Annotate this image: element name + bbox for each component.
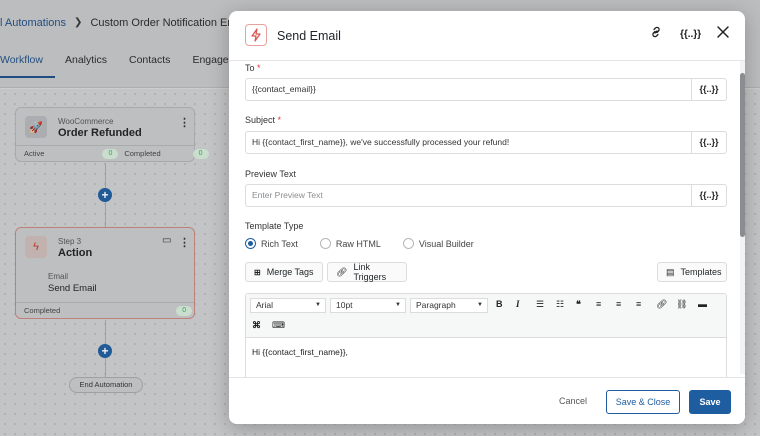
- subject-input[interactable]: Hi {{contact_first_name}}, we've success…: [246, 132, 691, 153]
- modal-title: Send Email: [277, 29, 341, 43]
- cancel-button[interactable]: Cancel: [559, 396, 587, 406]
- close-icon[interactable]: [716, 25, 730, 42]
- align-left-icon[interactable]: ≡: [596, 299, 601, 309]
- rich-text-editor[interactable]: Arial ▼ 10pt ▼ Paragraph ▼ B I ☰ ☷ ❝ ≡ ≡ ≡ …: [245, 293, 727, 383]
- radio-visual-builder[interactable]: Visual Builder: [402, 238, 474, 249]
- to-field[interactable]: {{contact_email}} {{..}}: [245, 78, 727, 101]
- bolt-icon: [245, 24, 267, 46]
- editor-content[interactable]: Hi {{contact_first_name}},: [252, 347, 348, 357]
- unlink-icon[interactable]: ⛓︎: [676, 299, 687, 310]
- horizontal-rule-icon[interactable]: ▬: [698, 299, 707, 309]
- merge-tag-icon[interactable]: {{..}}: [680, 29, 701, 40]
- align-center-icon[interactable]: ≡: [616, 299, 621, 309]
- to-merge-tag-button[interactable]: {{..}}: [691, 79, 726, 100]
- radio-rich-text[interactable]: Rich Text: [245, 238, 298, 249]
- bullet-list-icon[interactable]: ☰: [536, 299, 544, 310]
- send-email-modal: Send Email {{..}} To * {{contact_email}}…: [229, 11, 745, 424]
- insert-link-icon[interactable]: 🔗︎: [656, 299, 667, 310]
- templates-icon: ▤: [666, 266, 675, 277]
- preview-input[interactable]: Enter Preview Text: [246, 185, 691, 206]
- font-family-select[interactable]: Arial ▼: [250, 298, 326, 313]
- template-type-label: Template Type: [245, 221, 304, 231]
- modal-header: Send Email {{..}}: [229, 11, 745, 61]
- italic-icon[interactable]: I: [516, 299, 520, 309]
- preview-field[interactable]: Enter Preview Text {{..}}: [245, 184, 727, 207]
- merge-tags-button[interactable]: ⊞ Merge Tags: [245, 262, 323, 282]
- to-label: To *: [245, 63, 261, 73]
- modal-footer: Cancel Save & Close Save: [229, 377, 745, 424]
- save-button[interactable]: Save: [689, 390, 731, 414]
- preview-label: Preview Text: [245, 169, 296, 179]
- blockquote-icon[interactable]: ❝: [576, 299, 581, 310]
- modal-scrollbar[interactable]: [740, 61, 745, 374]
- editor-toolbar: Arial ▼ 10pt ▼ Paragraph ▼ B I ☰ ☷ ❝ ≡ ≡ ≡ …: [246, 294, 726, 338]
- subject-field[interactable]: Hi {{contact_first_name}}, we've success…: [245, 131, 727, 154]
- align-right-icon[interactable]: ≡: [636, 299, 641, 309]
- template-type-radios: Rich Text Raw HTML Visual Builder: [245, 238, 474, 249]
- link-icon[interactable]: [649, 25, 663, 42]
- scrollbar-thumb[interactable]: [740, 73, 745, 237]
- merge-tags-icon: ⊞: [254, 267, 261, 277]
- to-input[interactable]: {{contact_email}}: [246, 79, 691, 100]
- link-icon: 🔗︎: [336, 266, 348, 277]
- format-select[interactable]: Paragraph ▼: [410, 298, 488, 313]
- keyboard-icon[interactable]: ⌨: [272, 320, 285, 331]
- subject-label: Subject *: [245, 115, 282, 125]
- toolbar-toggle-icon[interactable]: ⌘: [252, 320, 261, 331]
- preview-merge-tag-button[interactable]: {{..}}: [691, 185, 726, 206]
- templates-button[interactable]: ▤ Templates: [657, 262, 727, 282]
- subject-merge-tag-button[interactable]: {{..}}: [691, 132, 726, 153]
- radio-raw-html[interactable]: Raw HTML: [319, 238, 381, 249]
- font-size-select[interactable]: 10pt ▼: [330, 298, 406, 313]
- numbered-list-icon[interactable]: ☷: [556, 299, 564, 310]
- bold-icon[interactable]: B: [496, 299, 503, 309]
- link-triggers-button[interactable]: 🔗︎ Link Triggers: [327, 262, 407, 282]
- save-close-button[interactable]: Save & Close: [606, 390, 680, 414]
